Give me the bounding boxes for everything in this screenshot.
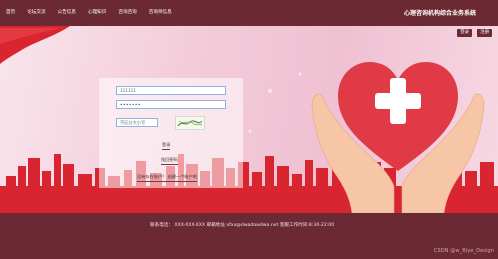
nav-item-forum[interactable]: 论坛交流 [27,9,45,15]
nav-item-counselor[interactable]: 咨询师信息 [149,9,172,15]
captcha-image[interactable] [175,116,205,130]
login-button[interactable]: 登录 [162,142,171,150]
login-card: 111111 ••••••• 不区分大小写 登录 找回密码 没有存在账户？ 创建… [99,78,243,188]
nav-item-knowledge[interactable]: 心理知识 [88,9,106,15]
forgot-password-link[interactable]: 找回密码 [161,157,178,165]
username-input[interactable]: 111111 [116,86,226,95]
register-link[interactable]: 没有存在账户？ 创建一个账户吧 [137,174,197,182]
nav-item-consult[interactable]: 咨询咨询 [118,9,136,15]
captcha-input[interactable]: 不区分大小写 [116,118,158,127]
hero-illustration [0,26,498,213]
watermark: CSDN @w_Biye_Design [433,248,494,254]
nav-item-home[interactable]: 首页 [6,9,15,15]
nav-menu: 首页 论坛交流 公告信息 心理知识 咨询咨询 咨询师信息 [6,9,184,15]
top-nav-bar: 首页 论坛交流 公告信息 心理知识 咨询咨询 咨询师信息 心理咨询机构综合业务系… [0,0,498,26]
footer: 联系电话： XXX-XXX-XXX 邮箱地址:xfxx@dwadawdwa.ne… [0,213,498,259]
register-top-button[interactable]: 注册 [477,29,492,37]
hero-banner: 111111 ••••••• 不区分大小写 登录 找回密码 没有存在账户？ 创建… [0,26,498,213]
footer-contact: 联系电话： XXX-XXX-XXX 邮箱地址:xfxx@dwadawdwa.ne… [150,223,335,228]
site-title: 心理咨询机构综合业务系统 [403,10,476,17]
password-input[interactable]: ••••••• [116,100,226,109]
nav-item-notice[interactable]: 公告信息 [58,9,76,15]
login-top-button[interactable]: 登录 [457,29,472,37]
